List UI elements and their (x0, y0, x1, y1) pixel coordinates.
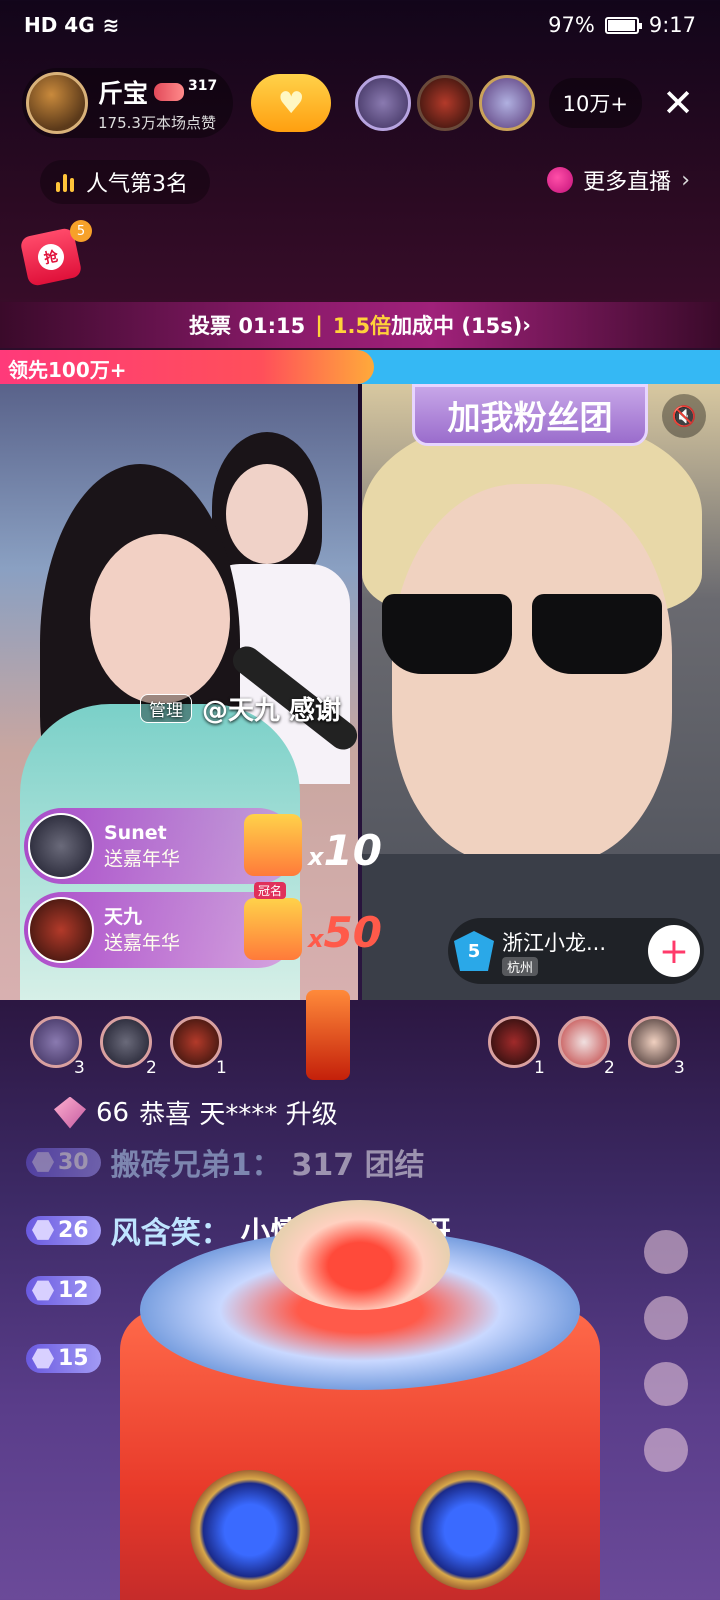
chat-message[interactable]: 12 (26, 1276, 101, 1305)
left-fan-avatar[interactable] (100, 1016, 152, 1068)
pk-trophy-icon (306, 990, 350, 1080)
vote-multiplier: 1.5倍 (332, 314, 392, 338)
chat-message[interactable]: 30 搬砖兄弟1： 317 团结 (26, 1140, 425, 1184)
user-level-badge: 30 (26, 1147, 101, 1177)
host-level: 317 (188, 77, 218, 94)
more-live-button[interactable]: 更多直播 › (547, 164, 690, 196)
gifter-avatar[interactable] (28, 897, 94, 963)
gift-action: 送嘉年华 (104, 848, 181, 870)
gift-icon (644, 1296, 688, 1340)
gift-icon (644, 1428, 688, 1472)
right-fan-avatar[interactable] (488, 1016, 540, 1068)
sunglasses (362, 594, 662, 684)
user-level-badge: 12 (26, 1276, 101, 1305)
fan-rank: 2 (146, 1058, 157, 1078)
viewer-count[interactable]: 10万+ (548, 78, 642, 128)
popularity-rank[interactable]: 人气第3名 (40, 160, 210, 204)
red-packet-count: 5 (70, 220, 92, 242)
upgrade-text: 恭喜 天**** 升级 (139, 1100, 338, 1130)
clock: 9:17 (648, 13, 696, 37)
pk-progress-bar: 领先100万+ (0, 350, 720, 384)
chevron-right-icon: › (522, 313, 531, 337)
chevron-right-icon: › (681, 167, 690, 193)
rank-bars-icon (56, 172, 74, 192)
plus-icon[interactable]: + (648, 925, 700, 977)
fan-rank: 3 (674, 1058, 685, 1078)
upgrade-notice: 66 恭喜 天**** 升级 (54, 1094, 338, 1131)
follow-heart-button[interactable]: ♥ (251, 74, 332, 132)
network-label: HD 4G (24, 13, 95, 37)
fan-rank: 1 (216, 1058, 227, 1078)
right-stream[interactable]: 加我粉丝团 🔇 (362, 384, 720, 1000)
carnival-gift-icon (244, 814, 302, 876)
gift-combo: x10 (308, 826, 382, 875)
guest-level-badge: 5 (454, 931, 494, 971)
red-packet-button[interactable]: 抢 5 (19, 220, 92, 288)
gift-banner[interactable]: 天九 送嘉年华 (24, 882, 302, 968)
viewer-avatar[interactable] (478, 75, 535, 131)
vote-boost: 加成中 (15s) (391, 314, 523, 338)
fan-club-sign[interactable]: 加我粉丝团 (412, 384, 648, 446)
status-bar: HD 4G ≋ 97% 9:17 (0, 0, 720, 50)
fan-rank: 2 (604, 1058, 615, 1078)
gift-icon (644, 1362, 688, 1406)
chat-message[interactable]: 15 (26, 1344, 101, 1373)
vote-banner[interactable]: 投票 01:15 | 1.5倍 加成中 (15s) › (0, 302, 720, 348)
user-level-badge: 15 (26, 1344, 101, 1373)
guest-card[interactable]: 5 浙江小龙... 杭州 + (448, 918, 704, 984)
gift-icon (644, 1230, 688, 1274)
heart-icon: ♥ (277, 85, 305, 121)
streamer-face (90, 534, 230, 704)
live-header: 斤宝 317 175.3万本场点赞 ♥ 10万+ ✕ (22, 66, 698, 140)
gift-banner[interactable]: Sunet 送嘉年华 (24, 808, 302, 884)
carnival-gift-icon (244, 882, 302, 960)
user-level-badge: 26 (26, 1215, 101, 1245)
host-name: 斤宝 (98, 78, 149, 108)
gift-combo: x50 (308, 908, 382, 957)
gem-icon (54, 1096, 86, 1129)
signal-group: HD 4G ≋ (24, 13, 119, 37)
divider: | (315, 313, 323, 337)
chat-text: 317 团结 (291, 1148, 425, 1183)
admin-message: 管理 @天九 感谢 (140, 690, 341, 727)
viewer-list[interactable]: 10万+ (354, 75, 642, 131)
right-fan-avatar[interactable] (558, 1016, 610, 1068)
upgrade-level: 66 (96, 1097, 130, 1128)
battery-percent: 97% (548, 13, 595, 37)
host-avatar[interactable] (26, 72, 88, 134)
fan-rank: 1 (534, 1058, 545, 1078)
viewer-avatar[interactable] (416, 75, 473, 131)
left-fan-avatar[interactable] (170, 1016, 222, 1068)
close-icon[interactable]: ✕ (658, 81, 698, 125)
viewer-avatar[interactable] (354, 75, 411, 131)
balloon-icon (547, 167, 574, 193)
guest-city: 杭州 (502, 956, 539, 976)
guest-name: 浙江小龙... (502, 930, 607, 955)
gifter-name: Sunet (104, 822, 167, 844)
gifter-name: 天九 (104, 906, 143, 928)
host-card[interactable]: 斤宝 317 175.3万本场点赞 (22, 68, 234, 138)
battery-icon (604, 16, 642, 34)
host-likes: 175.3万本场点赞 (98, 113, 216, 132)
meat-badge-icon (154, 82, 185, 101)
gift-animation (100, 1200, 620, 1600)
vote-timer: 投票 01:15 (189, 314, 306, 338)
mute-icon[interactable]: 🔇 (662, 394, 706, 438)
rank-label: 人气第3名 (86, 172, 188, 197)
chat-user: 搬砖兄弟1： (110, 1148, 282, 1183)
pk-lead-label: 领先100万+ (8, 358, 127, 382)
red-packet-char: 抢 (35, 241, 67, 273)
streamer-face (226, 464, 308, 564)
more-live-label: 更多直播 (583, 170, 672, 195)
fan-rank: 3 (74, 1058, 85, 1078)
admin-tag: 管理 (140, 694, 192, 723)
side-gift-icons (644, 1230, 688, 1472)
right-fan-avatar[interactable] (628, 1016, 680, 1068)
gifter-avatar[interactable] (28, 813, 94, 879)
gift-action: 送嘉年华 (104, 932, 181, 954)
admin-text: @天九 感谢 (202, 696, 342, 726)
wifi-icon: ≋ (102, 13, 120, 37)
